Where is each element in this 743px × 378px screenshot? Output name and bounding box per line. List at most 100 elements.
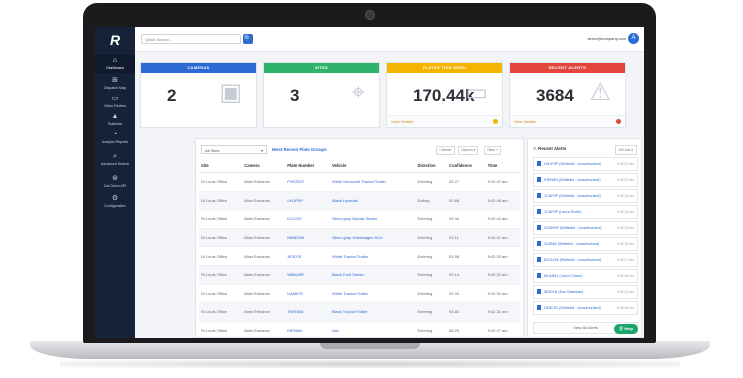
table-cell-vehicle[interactable]: Black Tractor/Trailer	[329, 302, 416, 322]
column-header-camera[interactable]: Camera	[242, 159, 286, 173]
sidebar-item-label: Video Review	[104, 104, 126, 108]
table-row[interactable]: St Louis Office Main Entrance UH1P0P Black …	[199, 191, 520, 211]
table-cell-plate-number[interactable]: 3E3078	[285, 246, 330, 266]
table-cell-vehicle[interactable]: Black Ford Sedan	[329, 265, 416, 285]
column-header-vehicle[interactable]: Vehicle	[329, 159, 416, 173]
table-cell-time: 9:42:42 am	[485, 209, 520, 229]
table-cell-vehicle[interactable]: White Kenworth Tractor/Trailer	[329, 172, 416, 192]
card-value: 2	[167, 86, 177, 105]
alert-time: 9:42:23 am	[617, 226, 634, 230]
alert-item[interactable]: 314B84 (Whitelist - Unauthorized) 9:42:20…	[533, 237, 638, 251]
view-details-link[interactable]: View Details	[510, 115, 625, 127]
app-logo[interactable]: R	[107, 33, 123, 47]
search-input[interactable]: Quick Search...	[141, 34, 241, 44]
alert-item[interactable]: MLAN61 (Carol Cohen) 9:41:45 am	[533, 269, 638, 283]
table-cell-plate-number[interactable]: KC1X37	[285, 209, 330, 229]
topbar: Quick Search... 🔍 demo@company.com A	[135, 27, 644, 52]
table-cell-camera: Main Entrance	[242, 321, 286, 338]
card-plates-this-week[interactable]: PLATES THIS WEEK 170.44k ▭ View Details	[386, 62, 503, 128]
alert-item[interactable]: UH1P0P (Whitelist - Unauthorized) 9:42:47…	[533, 157, 638, 171]
alert-lists-select[interactable]: All Lists ▾	[614, 145, 637, 155]
column-header-plate-number[interactable]: Plate Number	[285, 159, 330, 173]
alert-item[interactable]: 5E401N (Don Bateman) 9:41:12 am	[533, 285, 638, 299]
table-row[interactable]: St Louis Office Main Entrance 7NENAN Black …	[199, 302, 520, 322]
sidebar: R ⌂ Dashboard ⊞ Dispatch Map ▭ Video Review ▲ S…	[95, 27, 135, 338]
dashboard-icon: ⌂	[112, 57, 118, 64]
table-cell-direction: Entering	[415, 321, 448, 338]
laptop-shadow	[60, 360, 680, 368]
table-cell-vehicle[interactable]: Silver-gray Mazda Sedan	[329, 209, 416, 229]
sidebar-item-label: Statistics	[107, 122, 123, 126]
alert-item[interactable]: 1CAP0P (Laura Smith) 9:42:24 am	[533, 205, 638, 219]
card-title: RECENT ALERTS	[510, 63, 625, 73]
search-button[interactable]: 🔍	[243, 34, 253, 44]
table-cell-confidence: 93.14	[447, 265, 486, 285]
table-cell-vehicle[interactable]: Van	[329, 321, 416, 338]
table-row[interactable]: St Louis Office Main Entrance KC1X37 Silver…	[199, 209, 520, 229]
sidebar-item-carcheck-api[interactable]: ⊛ CarCheck API	[95, 173, 135, 191]
older-button[interactable]: Older »	[484, 146, 502, 155]
sidebar-item-dashboard[interactable]: ⌂ Dashboard	[95, 55, 135, 73]
table-cell-confidence: 93.34	[447, 284, 486, 304]
view-details-link[interactable]: View Details	[387, 115, 502, 127]
table-cell-direction: Entering	[415, 172, 448, 192]
column-header-confidence[interactable]: Confidence	[447, 159, 486, 173]
alert-text: 5E401N (Don Bateman)	[544, 290, 584, 294]
table-cell-vehicle[interactable]: Black Hyundai	[329, 191, 416, 211]
card-sites[interactable]: SITES 3 ⌖	[263, 62, 380, 128]
avatar[interactable]: A	[628, 33, 639, 44]
sidebar-item-video-review[interactable]: ▭ Video Review	[95, 93, 135, 111]
card-recent-alerts[interactable]: RECENT ALERTS 3684 ⚠ View Details	[509, 62, 626, 128]
sidebar-item-analytic-reports[interactable]: ◔ Analytic Reports	[95, 129, 135, 147]
newer-button[interactable]: « Newer	[436, 146, 455, 155]
table-cell-direction: Entering	[415, 228, 448, 248]
table-row[interactable]: St Louis Office Main Entrance 3E3078 White …	[199, 246, 520, 266]
table-cell-vehicle[interactable]: White Tractor/Trailer	[329, 246, 416, 266]
alert-item[interactable]: UC8M0P (Whitelist - Unauthorized) 9:42:23…	[533, 221, 638, 235]
recent-alerts-label: Recent Alerts	[538, 146, 567, 151]
sidebar-item-dispatch-map[interactable]: ⊞ Dispatch Map	[95, 75, 135, 93]
alert-text: UC8M0P (Whitelist - Unauthorized)	[544, 226, 602, 230]
card-cameras[interactable]: CAMERAS 2 ▣	[140, 62, 257, 128]
card-value: 3684	[536, 86, 574, 105]
sidebar-item-statistics[interactable]: ▲ Statistics	[95, 111, 135, 129]
table-row[interactable]: St Louis Office Main Entrance N8BE349 Silve…	[199, 228, 520, 248]
table-cell-plate-number[interactable]: IHENAN	[285, 321, 330, 338]
alert-item[interactable]: IHENAN (Whitelist - Unauthorized) 9:42:27…	[533, 173, 638, 187]
table-row[interactable]: St Louis Office Main Entrance PVK2537 White…	[199, 172, 520, 192]
table-cell-site: St Louis Office	[199, 228, 243, 248]
table-cell-vehicle[interactable]: White Tractor/Trailer	[329, 284, 416, 304]
table-cell-vehicle[interactable]: Silver-gray Volkswagen SUV	[329, 228, 416, 248]
options-button[interactable]: Options ▾	[458, 146, 479, 155]
alert-time: 9:42:27 am	[617, 178, 634, 182]
table-cell-plate-number[interactable]: 7NENAN	[285, 302, 330, 322]
table-cell-site: St Louis Office	[199, 209, 243, 229]
table-cell-site: St Louis Office	[199, 265, 243, 285]
column-header-site[interactable]: Site	[199, 159, 243, 173]
alert-item[interactable]: B2J1454 (Whitelist - Unauthorized) 9:42:1…	[533, 253, 638, 267]
column-header-direction[interactable]: Direction	[415, 159, 448, 173]
column-header-time[interactable]: Time	[485, 159, 520, 173]
table-row[interactable]: St Louis Office Main Entrance IHENAN Van Ent…	[199, 321, 520, 338]
table-cell-plate-number[interactable]: UAM679	[285, 284, 330, 304]
user-email[interactable]: demo@company.com	[587, 36, 626, 41]
alert-item[interactable]: DE8C0Z (Whitelist - Unauthorized) 9:40:45…	[533, 301, 638, 315]
table-cell-site: St Louis Office	[199, 191, 243, 211]
alert-item[interactable]: 1CAP0P (Whitelist - Unauthorized) 9:42:24…	[533, 189, 638, 203]
alert-text: 314B84 (Whitelist - Unauthorized)	[544, 242, 600, 246]
table-cell-plate-number[interactable]: N8BE349	[285, 228, 330, 248]
table-row[interactable]: St Louis Office Main Entrance W8BU9R Black …	[199, 265, 520, 285]
sidebar-item-configuration[interactable]: ⚙ Configuration	[95, 193, 135, 211]
table-row[interactable]: St Louis Office Main Entrance UAM679 White …	[199, 284, 520, 304]
plate-icon	[537, 225, 541, 230]
alert-time: 9:42:17 am	[617, 258, 634, 262]
table-cell-plate-number[interactable]: W8BU9R	[285, 265, 330, 285]
help-button[interactable]: ⓪ Help	[614, 324, 638, 334]
table-cell-plate-number[interactable]: UH1P0P	[285, 191, 330, 211]
statistics-icon: ▲	[111, 113, 119, 120]
sidebar-item-advanced-search[interactable]: ⌕ Advanced Search	[95, 151, 135, 169]
table-cell-plate-number[interactable]: PVK2537	[285, 172, 330, 192]
plate-icon	[537, 305, 541, 310]
alert-time: 9:40:45 am	[617, 306, 634, 310]
site-filter-select[interactable]: All Sites ▾	[201, 145, 267, 154]
